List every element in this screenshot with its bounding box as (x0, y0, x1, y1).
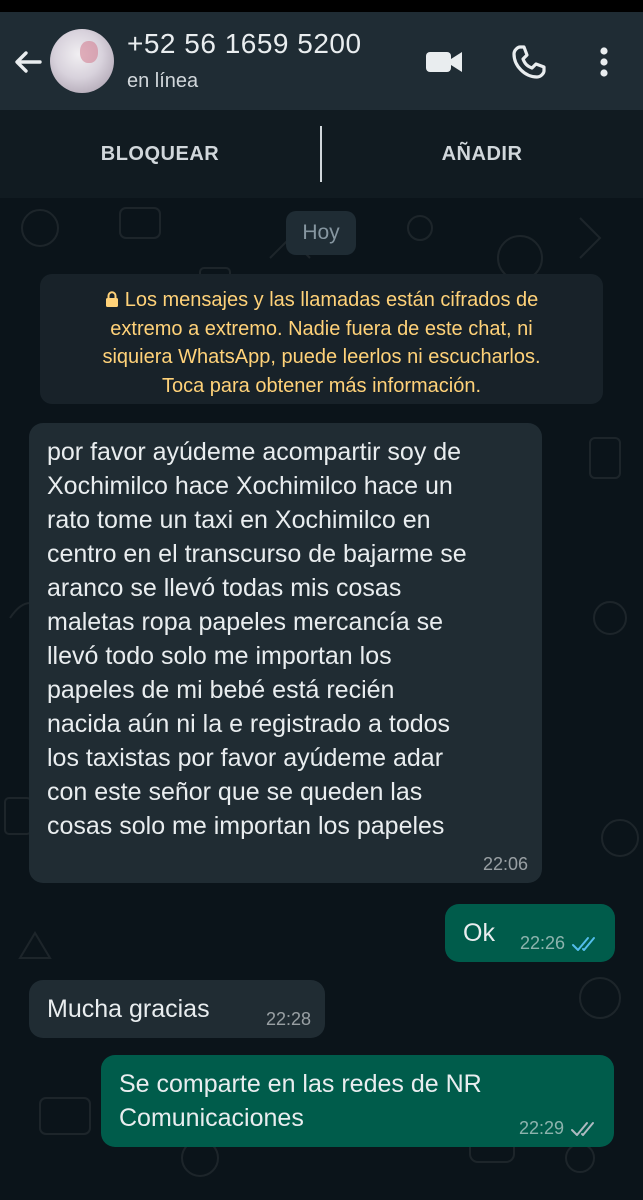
chat-header: +52 56 1659 5200 en línea (0, 12, 643, 110)
add-contact-button[interactable]: AÑADIR (322, 110, 642, 198)
message-bubble-incoming[interactable]: Mucha gracias 22:28 (29, 980, 325, 1038)
message-bubble-outgoing[interactable]: Ok 22:26 (445, 904, 615, 962)
message-text: por favor ayúdeme acompartir soy de Xoch… (47, 438, 467, 840)
contact-name[interactable]: +52 56 1659 5200 (127, 28, 362, 60)
message-time-text: 22:06 (482, 854, 528, 874)
block-button[interactable]: BLOQUEAR (0, 110, 320, 198)
message-bubble-outgoing[interactable]: Se comparte en las redes de NR Comunicac… (101, 1055, 614, 1147)
encryption-notice-text: Los mensajes y las llamadas están cifrad… (102, 289, 541, 397)
double-check-icon (571, 1121, 594, 1136)
more-options-icon[interactable] (584, 42, 624, 82)
back-arrow-icon[interactable] (8, 42, 48, 82)
message-time-text: 22:28 (265, 1009, 311, 1029)
message-time-text: 22:26 (519, 933, 565, 953)
double-check-icon (572, 936, 595, 951)
date-chip: Hoy (286, 211, 356, 255)
message-time: 22:28 (266, 1009, 311, 1030)
lock-icon (105, 291, 118, 307)
message-time-text: 22:29 (518, 1118, 564, 1138)
chat-area[interactable]: Hoy Los mensajes y las llamadas están ci… (0, 198, 643, 1200)
unknown-contact-action-bar: BLOQUEAR AÑADIR (0, 110, 643, 198)
message-meta: 22:29 (519, 1118, 600, 1139)
encryption-notice[interactable]: Los mensajes y las llamadas están cifrad… (40, 274, 603, 404)
contact-status: en línea (127, 70, 199, 92)
message-meta: 22:26 (520, 933, 601, 954)
message-bubble-incoming[interactable]: por favor ayúdeme acompartir soy de Xoch… (29, 423, 542, 883)
contact-avatar[interactable] (50, 29, 114, 93)
status-bar (0, 0, 643, 12)
video-call-icon[interactable] (424, 42, 464, 82)
phone-call-icon[interactable] (509, 42, 549, 82)
message-time: 22:06 (483, 854, 528, 875)
